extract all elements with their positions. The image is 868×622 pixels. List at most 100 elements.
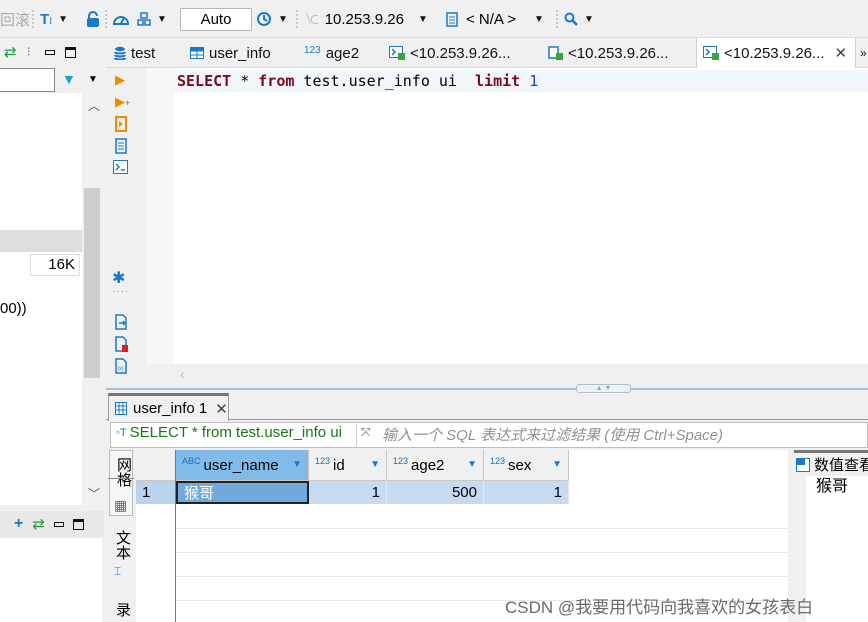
text-icon: ◦T <box>116 426 127 439</box>
toolbar-separator <box>105 10 107 28</box>
grid-line <box>176 576 788 577</box>
value-viewer-value: 猴哥 <box>816 478 849 495</box>
tab-console-1[interactable]: <10.253.9.26... <box>389 38 511 68</box>
view-tab-grid[interactable]: 网格 ▦ <box>109 450 133 516</box>
cell-age2[interactable]: 500 <box>387 481 484 504</box>
tab-user-info[interactable]: user_info <box>190 38 271 68</box>
network-button[interactable]: ▼ <box>137 8 167 30</box>
maximize-icon[interactable] <box>64 46 76 58</box>
grid-line <box>176 552 788 553</box>
column-header-age2[interactable]: 123 age2 ▼ <box>387 450 484 481</box>
maximize-icon[interactable] <box>72 518 84 530</box>
schema-icon <box>446 11 458 27</box>
minimize-icon[interactable] <box>44 49 55 55</box>
close-tab-icon[interactable]: ✕ <box>215 400 228 418</box>
navigator-filter-input[interactable] <box>0 68 55 92</box>
cell-sex[interactable]: 1 <box>484 481 569 504</box>
value-viewer-content[interactable] <box>806 476 868 622</box>
search-icon <box>564 12 578 26</box>
expand-icon[interactable]: ⤧ <box>361 425 371 440</box>
rollback-button[interactable]: 回滚 <box>0 8 30 30</box>
tab-test[interactable]: test <box>114 38 155 68</box>
lock-button[interactable] <box>86 8 100 30</box>
sql-editor[interactable] <box>146 68 868 364</box>
sort-dropdown-icon[interactable]: ▼ <box>467 459 477 470</box>
tab-overflow-button[interactable]: » <box>860 38 867 68</box>
selected-tree-item[interactable] <box>0 230 82 252</box>
sort-dropdown-icon[interactable]: ▼ <box>292 459 302 470</box>
view-tab-record[interactable]: 记录 <box>109 596 133 622</box>
separator-dots: ···· <box>112 286 130 297</box>
sort-dropdown-icon[interactable]: ▼ <box>370 459 380 470</box>
add-icon[interactable]: + <box>14 515 23 533</box>
scroll-up-icon[interactable]: ︿ <box>88 97 100 114</box>
explain-plan-icon[interactable] <box>114 138 128 157</box>
cell-user-name[interactable]: 猴哥 <box>176 481 309 504</box>
panel-top-border <box>794 450 868 453</box>
link-icon[interactable]: ⁝ <box>27 44 31 60</box>
close-tab-icon[interactable]: ✕ <box>835 44 848 62</box>
toolbar-separator <box>32 10 34 28</box>
tab-age2[interactable]: 123 age2 <box>304 38 359 68</box>
editor-tab-bar: test user_info 123 age2 <10.253.9.26... … <box>106 38 868 68</box>
scroll-left-icon[interactable]: ‹ <box>180 366 185 382</box>
sql-console-icon <box>703 46 719 60</box>
results-view-switcher: 网格 ▦ 文本 ⌶ 记录 <box>108 450 134 622</box>
file-error-icon[interactable] <box>114 336 128 355</box>
column-header-sex[interactable]: 123 sex ▼ <box>484 450 569 481</box>
sql-query-text[interactable]: SELECT * from test.user_info ui limit 1 <box>177 72 538 90</box>
history-icon <box>257 12 271 26</box>
navigator-tree <box>0 93 82 505</box>
tab-console-active[interactable]: <10.253.9.26... ✕ <box>696 38 857 68</box>
settings-gear-icon[interactable]: ✱ <box>112 268 125 288</box>
history-button[interactable]: ▼ <box>256 8 288 30</box>
scrollbar-thumb[interactable] <box>84 188 100 378</box>
table-icon <box>115 402 127 415</box>
connection-selector[interactable]: ⟈ 10.253.9.26 ▼ <box>306 8 428 30</box>
filter-divider <box>356 424 357 446</box>
navigator-panel: ⇄ ⁝ ▼ ▼ 16K 00)) ︿ ﹀ + ⇄ <box>0 38 104 622</box>
row-header-divider <box>175 450 176 622</box>
text-format-button[interactable]: T⁞ ▼ <box>40 8 68 30</box>
filter-icon[interactable]: ▼ <box>62 71 76 87</box>
grid-line <box>176 528 788 529</box>
minimize-icon[interactable] <box>53 521 64 527</box>
column-header-id[interactable]: 123 id ▼ <box>309 450 387 481</box>
tab-results-user-info-1[interactable]: user_info 1 ✕ <box>108 393 229 421</box>
sort-dropdown-icon[interactable]: ▼ <box>552 459 562 470</box>
row-number: 1 <box>136 481 176 504</box>
scroll-down-icon[interactable]: ﹀ <box>88 485 100 502</box>
execute-script-icon[interactable] <box>114 116 128 135</box>
tab-script-2[interactable]: <10.253.9.26... <box>547 38 669 68</box>
grid-corner <box>136 450 176 481</box>
file-variables-icon[interactable]: (x) <box>114 358 128 377</box>
filter-sql-text[interactable]: ◦T SELECT * from test.user_info ui <box>116 424 354 441</box>
size-value: 16K <box>30 254 80 276</box>
transaction-mode-select[interactable]: Auto <box>180 8 252 31</box>
search-button[interactable]: ▼ <box>564 8 594 30</box>
main-toolbar: 回滚 T⁞ ▼ ▼ Auto ▼ ⟈ 10.253.9.26 ▼ < N/A > … <box>0 0 868 38</box>
chevron-down-icon: ▼ <box>584 13 594 25</box>
schema-selector[interactable]: < N/A > ▼ <box>446 8 544 30</box>
chevron-down-icon[interactable]: ▼ <box>88 74 98 85</box>
network-icon <box>137 12 151 26</box>
divider <box>108 478 134 479</box>
cell-id[interactable]: 1 <box>309 481 387 504</box>
navigator-scrollbar[interactable]: ︿ ﹀ <box>82 93 102 505</box>
sync-icon[interactable]: ⇄ <box>4 43 17 61</box>
export-icon[interactable] <box>114 314 128 333</box>
ddl-snippet: 00)) <box>0 300 27 317</box>
dashboard-button[interactable] <box>112 8 130 30</box>
sql-console-icon <box>389 46 405 60</box>
sync-icon[interactable]: ⇄ <box>32 515 45 533</box>
execute-new-tab-icon[interactable]: ▶+ <box>115 94 130 110</box>
column-header-user-name[interactable]: ABC user_name ▼ <box>176 450 309 481</box>
execute-statement-icon[interactable]: ▶ <box>115 72 125 88</box>
chevron-down-icon: ▼ <box>157 13 167 25</box>
toolbar-separator <box>556 10 558 28</box>
view-tab-text[interactable]: 文本 ⌶ <box>109 524 133 584</box>
editor-horizontal-scrollbar[interactable]: ‹ <box>174 364 868 386</box>
filter-expression-input[interactable]: 输入一个 SQL 表达式来过滤结果 (使用 Ctrl+Space) <box>382 424 723 445</box>
terminal-icon[interactable] <box>113 160 128 177</box>
editor-results-splitter[interactable] <box>106 388 868 390</box>
